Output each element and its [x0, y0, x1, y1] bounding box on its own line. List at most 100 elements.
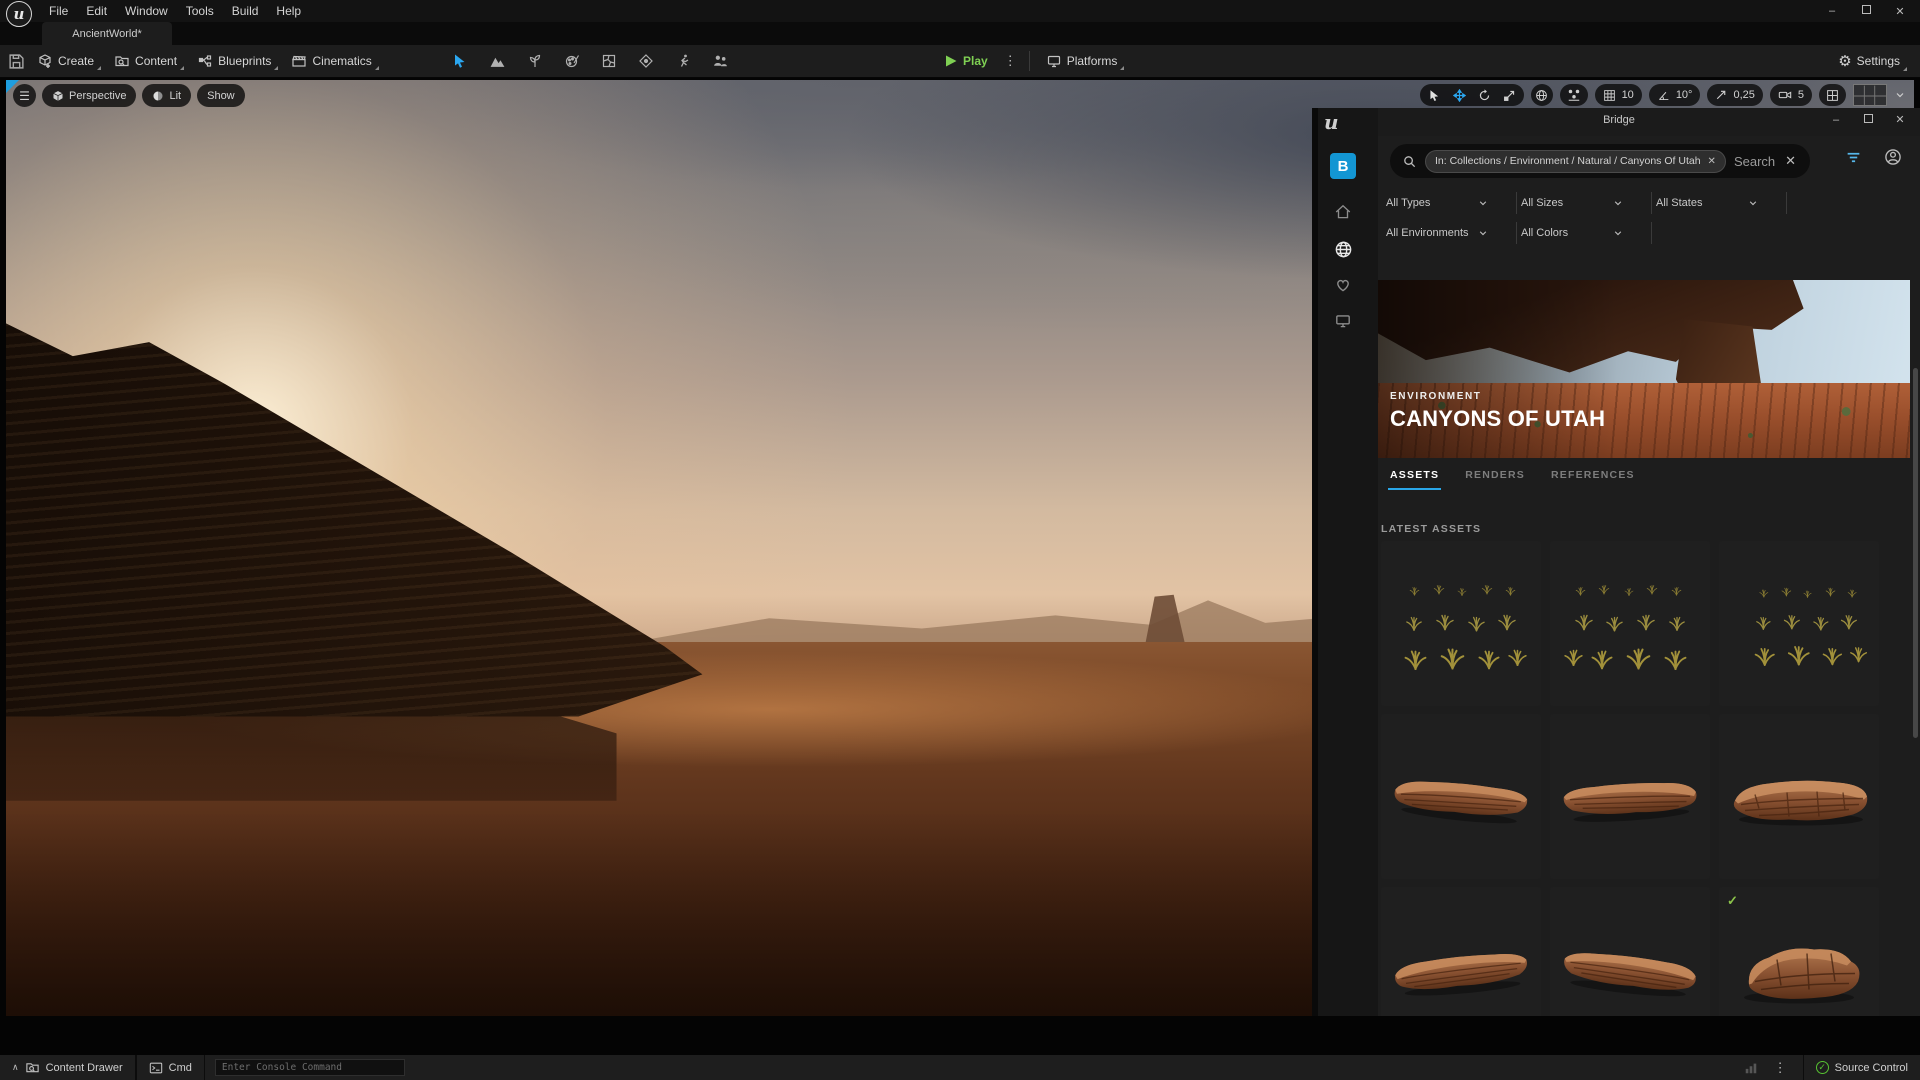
- grid-snap-control[interactable]: 10: [1594, 84, 1642, 106]
- bridge-maximize-icon[interactable]: [1862, 113, 1874, 126]
- dropdown-all-types[interactable]: All Types: [1382, 192, 1517, 214]
- rotate-tool-icon[interactable]: [1478, 88, 1491, 102]
- actors-mode-icon[interactable]: [712, 53, 729, 70]
- minimize-icon[interactable]: –: [1826, 5, 1838, 17]
- view-mode-selector[interactable]: Lit: [142, 84, 192, 107]
- account-icon[interactable]: [1884, 148, 1902, 166]
- asset-tile-rock-slab[interactable]: [1381, 714, 1541, 879]
- bridge-left-rail: u B: [1318, 108, 1378, 1016]
- filter-icon[interactable]: [1845, 149, 1862, 166]
- dropdown-all-environments[interactable]: All Environments: [1382, 222, 1517, 244]
- filter-dropdowns: All Types All Sizes All States All Envir…: [1382, 188, 1912, 248]
- content-drawer-button[interactable]: ∧ Content Drawer: [0, 1055, 136, 1080]
- mesh-paint-mode-icon[interactable]: [638, 53, 654, 69]
- camera-speed-control[interactable]: 5: [1769, 84, 1812, 106]
- asset-tile-rock-slab[interactable]: [1381, 887, 1541, 1016]
- angle-snap-icon: [1657, 89, 1670, 102]
- dropdown-all-sizes[interactable]: All Sizes: [1517, 192, 1652, 214]
- asset-tile-grass-atlas[interactable]: [1381, 541, 1541, 706]
- select-mode-icon[interactable]: [452, 53, 468, 69]
- derived-data-icon[interactable]: [1744, 1061, 1758, 1075]
- move-tool-icon[interactable]: [1452, 88, 1466, 102]
- chip-remove-icon[interactable]: ✕: [1708, 156, 1716, 167]
- asset-tile-grass-atlas[interactable]: [1719, 541, 1879, 706]
- source-control-button[interactable]: ✓ Source Control: [1802, 1055, 1920, 1080]
- menu-edit[interactable]: Edit: [77, 1, 116, 21]
- gear-icon: ⚙: [1838, 52, 1852, 70]
- bridge-minimize-icon[interactable]: –: [1830, 114, 1842, 126]
- asset-tile-rock-platform[interactable]: [1719, 714, 1879, 879]
- perspective-selector[interactable]: Perspective: [42, 84, 137, 107]
- bridge-tabs: ASSETS RENDERS REFERENCES: [1387, 469, 1635, 490]
- dropdown-all-states[interactable]: All States: [1652, 192, 1787, 214]
- tab-assets[interactable]: ASSETS: [1387, 469, 1442, 490]
- show-flags-selector[interactable]: Show: [197, 84, 245, 107]
- world-space-toggle[interactable]: [1530, 84, 1553, 106]
- bridge-titlebar[interactable]: Bridge – ✕: [1318, 108, 1920, 136]
- create-icon: [37, 53, 53, 69]
- content-button[interactable]: Content: [108, 49, 185, 73]
- window-controls: – ✕: [1826, 0, 1914, 22]
- asset-tile-rock-slab[interactable]: [1550, 714, 1710, 879]
- tab-level-ancientworld[interactable]: AncientWorld*: [42, 22, 172, 45]
- search-filter-chip[interactable]: In: Collections / Environment / Natural …: [1425, 149, 1726, 173]
- menu-build[interactable]: Build: [223, 1, 268, 21]
- grid-snap-icon: [1603, 89, 1616, 102]
- bridge-app-icon[interactable]: B: [1330, 153, 1356, 179]
- maximize-icon[interactable]: [1860, 5, 1872, 17]
- viewport-toolbar: ☰ Perspective Lit Show 10 10° 0,25 5: [6, 80, 1914, 110]
- globe-icon[interactable]: [1331, 237, 1355, 261]
- local-downloads-icon[interactable]: [1331, 309, 1355, 333]
- downloaded-check-icon: ✓: [1727, 893, 1738, 908]
- save-icon[interactable]: [8, 53, 25, 70]
- search-clear-icon[interactable]: ✕: [1785, 153, 1798, 169]
- cmd-selector[interactable]: Cmd: [135, 1055, 205, 1080]
- terminal-icon: [149, 1061, 163, 1075]
- maximize-viewport-button[interactable]: [1819, 84, 1846, 106]
- bridge-close-icon[interactable]: ✕: [1894, 113, 1906, 126]
- select-tool-icon[interactable]: [1428, 89, 1441, 102]
- asset-tile-rock-slab[interactable]: [1550, 887, 1710, 1016]
- scale-tool-icon[interactable]: [1503, 89, 1516, 102]
- console-command-input[interactable]: [214, 1059, 405, 1076]
- search-input[interactable]: [1733, 153, 1778, 169]
- rotation-snap-control[interactable]: 10°: [1648, 84, 1701, 106]
- paint-mode-icon[interactable]: [564, 53, 580, 69]
- asset-tile-rock-chunk[interactable]: ✓: [1719, 887, 1879, 1016]
- blueprints-button[interactable]: Blueprints: [191, 49, 279, 73]
- status-more-icon[interactable]: ⋮: [1772, 1060, 1789, 1076]
- settings-button[interactable]: ⚙ Settings: [1832, 48, 1908, 74]
- scale-snap-icon: [1715, 89, 1727, 101]
- content-drawer-icon: [25, 1060, 40, 1075]
- foliage-mode-icon[interactable]: [527, 53, 543, 69]
- tab-references[interactable]: REFERENCES: [1551, 469, 1635, 490]
- cinematics-button[interactable]: Cinematics: [285, 49, 380, 73]
- asset-tile-grass-atlas[interactable]: [1550, 541, 1710, 706]
- landscape-mode-icon[interactable]: [489, 53, 506, 70]
- platforms-icon: [1046, 53, 1062, 69]
- dropdown-all-colors[interactable]: All Colors: [1517, 222, 1652, 244]
- hero-category-label: ENVIRONMENT: [1390, 391, 1482, 402]
- bridge-scrollbar[interactable]: [1913, 368, 1918, 738]
- layout-chevron-icon[interactable]: [1894, 89, 1906, 101]
- bridge-content: In: Collections / Environment / Natural …: [1378, 136, 1920, 1016]
- viewport-layout-preview[interactable]: [1853, 84, 1887, 107]
- create-button[interactable]: Create: [31, 49, 102, 73]
- menu-help[interactable]: Help: [267, 1, 310, 21]
- animation-mode-icon[interactable]: [675, 53, 691, 69]
- scale-snap-control[interactable]: 0,25: [1707, 84, 1763, 106]
- bridge-search-bar[interactable]: In: Collections / Environment / Natural …: [1390, 144, 1810, 178]
- fracture-mode-icon[interactable]: [601, 53, 617, 69]
- close-icon[interactable]: ✕: [1894, 5, 1906, 18]
- menu-window[interactable]: Window: [116, 1, 177, 21]
- home-icon[interactable]: [1331, 200, 1355, 224]
- menu-file[interactable]: File: [40, 1, 77, 21]
- surface-snapping-button[interactable]: [1559, 84, 1588, 106]
- favorites-heart-icon[interactable]: [1331, 273, 1355, 297]
- play-button[interactable]: Play: [938, 50, 996, 72]
- play-options-icon[interactable]: ⋮: [1002, 53, 1019, 69]
- collection-hero-banner[interactable]: ENVIRONMENT CANYONS OF UTAH: [1378, 280, 1910, 458]
- menu-tools[interactable]: Tools: [177, 1, 223, 21]
- tab-renders[interactable]: RENDERS: [1465, 469, 1525, 490]
- platforms-button[interactable]: Platforms: [1040, 49, 1126, 73]
